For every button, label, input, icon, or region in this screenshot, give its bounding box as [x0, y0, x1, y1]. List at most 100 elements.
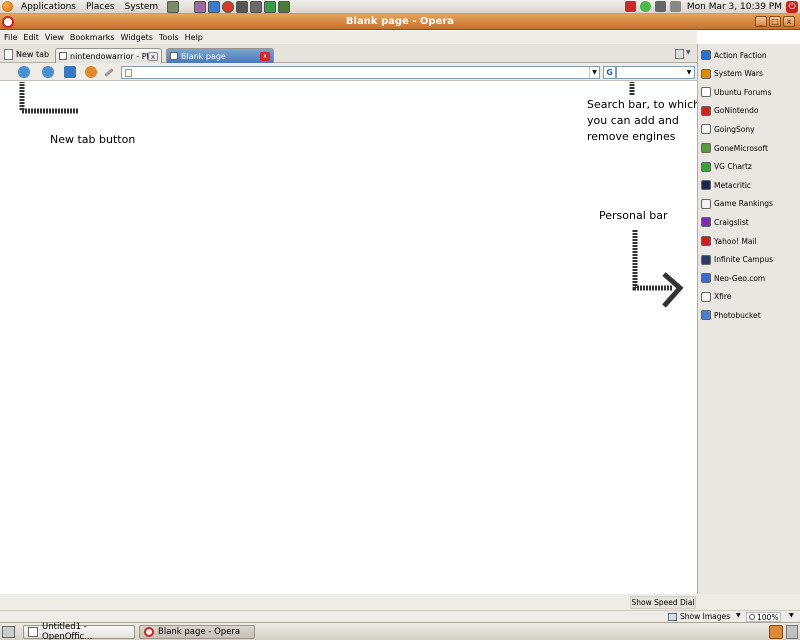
- address-input[interactable]: [121, 66, 600, 79]
- personal-bar-item-label: Neo-Geo.com: [714, 273, 766, 283]
- menu-file[interactable]: File: [2, 31, 21, 44]
- magnifier-icon: [749, 614, 755, 620]
- personal-bar-item-label: GoneMicrosoft: [714, 143, 768, 153]
- clock[interactable]: Mon Mar 3, 10:39 PM: [687, 2, 782, 12]
- close-window-button[interactable]: x: [783, 16, 795, 27]
- trash-icon[interactable]: [786, 625, 798, 639]
- menu-bookmarks[interactable]: Bookmarks: [68, 31, 119, 44]
- search-arrow-icon: [629, 82, 635, 95]
- menu-widgets[interactable]: Widgets: [119, 31, 157, 44]
- opera-window-icon[interactable]: [2, 15, 14, 28]
- personal-bar-item[interactable]: Photobucket: [701, 308, 761, 322]
- taskbar-item-openoffice[interactable]: Untitled1 - OpenOffic...: [23, 622, 135, 640]
- chevron-down-icon[interactable]: ▼: [736, 612, 741, 619]
- bookmark-favicon-icon: [701, 273, 711, 284]
- personal-bar-item-label: GoNintendo: [714, 106, 759, 116]
- minimize-button[interactable]: _: [755, 16, 767, 27]
- maximize-button[interactable]: □: [769, 16, 781, 27]
- address-dropdown-icon[interactable]: ▼: [589, 67, 599, 78]
- menu-help[interactable]: Help: [183, 31, 207, 44]
- terminal-launcher-icon[interactable]: [236, 0, 249, 13]
- taskbar-item-label: Blank page - Opera: [158, 627, 241, 637]
- personal-bar-item[interactable]: System Wars: [701, 67, 763, 81]
- printer-launcher-icon[interactable]: [250, 0, 263, 13]
- tab-bar: New tab nintendowarrior - Phot... x Blan…: [0, 44, 697, 63]
- menu-view[interactable]: View: [43, 31, 68, 44]
- tab-blank-page[interactable]: Blank page x: [166, 48, 274, 63]
- personal-bar-item-label: Yahoo! Mail: [714, 236, 757, 246]
- gnome-foot-icon[interactable]: [2, 1, 13, 12]
- tab-close-icon[interactable]: x: [260, 51, 270, 61]
- personal-bar-item[interactable]: Ubuntu Forums: [701, 85, 772, 99]
- calculator-launcher-icon[interactable]: [167, 0, 180, 13]
- browser-launcher-icon[interactable]: [208, 0, 221, 13]
- document-icon: [28, 627, 38, 637]
- zoom-control[interactable]: 100%: [746, 612, 782, 622]
- personal-bar-item[interactable]: Game Rankings: [701, 197, 773, 211]
- tab-nintendowarrior[interactable]: nintendowarrior - Phot... x: [55, 48, 162, 63]
- bookmark-favicon-icon: [701, 217, 711, 228]
- page-content[interactable]: New tab button Search bar, to which you …: [0, 82, 700, 594]
- personal-bar-item[interactable]: VG Chartz: [701, 160, 752, 174]
- power-icon[interactable]: ⏻: [786, 0, 798, 13]
- fast-forward-icon[interactable]: [64, 66, 76, 78]
- chevron-down-icon[interactable]: ▼: [686, 49, 691, 56]
- bookmark-favicon-icon: [701, 161, 711, 172]
- annotation-arrows: [19, 82, 684, 308]
- forward-icon[interactable]: [42, 66, 54, 78]
- reload-icon[interactable]: [85, 66, 97, 78]
- opera-tray-icon[interactable]: [624, 1, 636, 12]
- new-tab-arrow-icon: [19, 82, 78, 114]
- window-titlebar[interactable]: Blank page - Opera _ □ x: [0, 14, 800, 30]
- zoom-dropdown-icon[interactable]: ▼: [789, 612, 794, 619]
- search-dropdown-icon[interactable]: ▼: [684, 67, 694, 78]
- tab-label: nintendowarrior - Phot...: [70, 51, 148, 61]
- top-panel: Applications Places System Mon Mar 3, 10…: [0, 0, 800, 14]
- personal-bar-item-label: Metacritic: [714, 180, 752, 190]
- opera-launcher-icon[interactable]: [222, 0, 235, 13]
- personal-bar-item[interactable]: Xfire: [701, 290, 731, 304]
- bookmark-favicon-icon: [701, 236, 711, 246]
- back-icon[interactable]: [18, 66, 30, 78]
- home-launcher-icon[interactable]: [194, 0, 207, 13]
- personal-bar-item[interactable]: GoNintendo: [701, 104, 759, 118]
- search-engine-icon[interactable]: G: [603, 66, 616, 79]
- personal-bar-item-label: System Wars: [714, 69, 763, 79]
- network-icon[interactable]: [654, 1, 666, 12]
- personal-bar-item-label: Game Rankings: [714, 199, 773, 209]
- closed-tabs-trash-icon[interactable]: [675, 49, 684, 59]
- spreadsheet-launcher-icon[interactable]: [278, 0, 291, 13]
- personal-bar-item[interactable]: GoingSony: [701, 122, 755, 136]
- applications-menu[interactable]: Applications: [16, 0, 81, 14]
- bottom-panel: Untitled1 - OpenOffic... Blank page - Op…: [0, 622, 800, 640]
- edit-pen-icon[interactable]: [104, 68, 114, 77]
- taskbar-item-opera[interactable]: Blank page - Opera: [139, 625, 255, 639]
- menu-edit[interactable]: Edit: [21, 31, 43, 44]
- workspace-switcher-icon[interactable]: [769, 625, 783, 639]
- menu-bar: File Edit View Bookmarks Widgets Tools H…: [0, 31, 697, 44]
- places-menu[interactable]: Places: [81, 0, 120, 14]
- bookmark-favicon-icon: [701, 105, 711, 116]
- show-images-button[interactable]: Show Images: [668, 612, 730, 621]
- status-row: Show Images ▼ 100% ▼: [0, 610, 800, 622]
- system-menu[interactable]: System: [120, 0, 164, 14]
- show-speed-dial-button[interactable]: Show Speed Dial: [630, 596, 696, 609]
- personal-bar-item[interactable]: GoneMicrosoft: [701, 141, 768, 155]
- personal-bar-item[interactable]: Infinite Campus: [701, 253, 773, 267]
- text-editor-launcher-icon[interactable]: [264, 0, 277, 13]
- menu-tools[interactable]: Tools: [157, 31, 183, 44]
- bookmark-favicon-icon: [701, 198, 711, 209]
- page-icon: [125, 69, 132, 77]
- personal-bar-item[interactable]: Neo-Geo.com: [701, 271, 765, 285]
- personal-bar-item[interactable]: Metacritic: [701, 178, 751, 192]
- tab-close-icon[interactable]: x: [148, 51, 158, 61]
- show-images-label: Show Images: [680, 612, 731, 621]
- new-tab-button[interactable]: New tab: [4, 47, 49, 62]
- personal-bar-item[interactable]: Action Faction: [701, 48, 767, 62]
- personal-bar-item[interactable]: Yahoo! Mail: [701, 234, 757, 248]
- show-desktop-icon[interactable]: [2, 626, 15, 638]
- status-tray-icon[interactable]: [639, 1, 651, 12]
- volume-icon[interactable]: [669, 1, 681, 12]
- bookmark-favicon-icon: [701, 143, 711, 153]
- personal-bar-item[interactable]: Craigslist: [701, 215, 749, 229]
